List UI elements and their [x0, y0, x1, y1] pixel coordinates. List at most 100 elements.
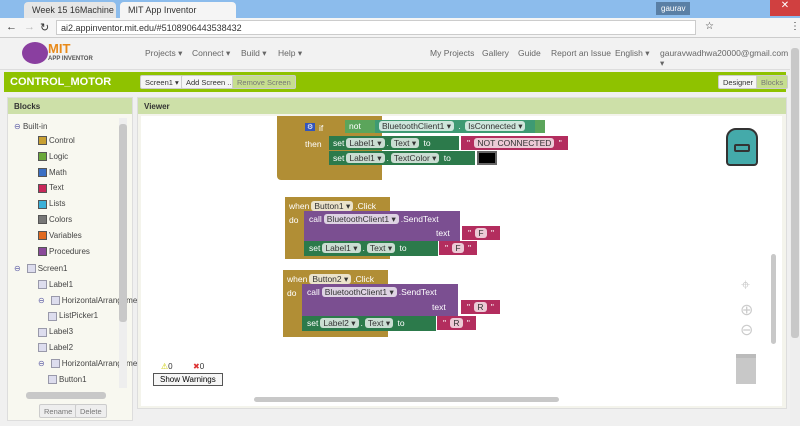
property-dropdown[interactable]: IsConnected ▾ [465, 121, 526, 131]
horizontal-scrollbar[interactable] [254, 397, 559, 402]
forward-icon[interactable]: → [24, 21, 35, 33]
remove-screen-button[interactable]: Remove Screen [232, 75, 296, 89]
component-dropdown[interactable]: Label1 ▾ [322, 243, 361, 253]
tree-item-colors[interactable]: Colors [38, 215, 73, 225]
tree-item-text[interactable]: Text [38, 183, 64, 193]
browser-tab[interactable]: Week 15 16Machine De: [24, 2, 116, 18]
logo-text: MIT [48, 41, 71, 56]
tree-item-procedures[interactable]: Procedures [38, 247, 90, 256]
screen-select[interactable]: Screen1 ▾ [140, 75, 184, 89]
not-block[interactable]: not BluetoothClient1 ▾ . IsConnected ▾ [345, 120, 545, 133]
tree-label: Label3 [49, 327, 74, 337]
text-block[interactable]: " R " [461, 300, 500, 314]
vertical-scrollbar[interactable] [771, 254, 776, 344]
text-value[interactable]: F [475, 228, 487, 238]
horizontal-scrollbar[interactable] [26, 392, 106, 399]
set-label: set [333, 138, 345, 148]
tree-item-component[interactable]: Label1 [38, 280, 73, 290]
gear-icon[interactable]: ⚙ [305, 123, 316, 131]
component-dropdown[interactable]: BluetoothClient1 ▾ [323, 214, 399, 224]
component-dropdown[interactable]: Label1 ▾ [346, 138, 385, 148]
component-dropdown[interactable]: BluetoothClient1 ▾ [321, 287, 397, 297]
text-block[interactable]: " F " [439, 241, 477, 255]
tree-item-component[interactable]: ListPicker1 [48, 311, 98, 321]
tree-item-component[interactable]: Label2 [38, 343, 74, 353]
call-sendtext-block[interactable]: call BluetoothClient1 ▾ .SendText text [304, 211, 460, 241]
call-sendtext-block[interactable]: call BluetoothClient1 ▾ .SendText text [302, 284, 458, 316]
tree-label: Colors [49, 215, 73, 224]
text-value[interactable]: NOT CONNECTED [474, 138, 555, 148]
tree-item-component[interactable]: Button1 [48, 375, 87, 384]
text-block[interactable]: " NOT CONNECTED " [461, 136, 568, 150]
designer-button[interactable]: Designer [718, 75, 759, 89]
text-value[interactable]: R [450, 318, 463, 328]
property-dropdown[interactable]: Text ▾ [366, 243, 396, 253]
set-label: set [307, 318, 319, 328]
account-menu[interactable]: gauravwadhwa20000@gmail.com ▾ [660, 48, 790, 69]
report-issue-link[interactable]: Report an Issue [551, 48, 611, 58]
component-dropdown[interactable]: Button2 ▾ [309, 274, 352, 284]
menu-build[interactable]: Build ▾ [241, 48, 267, 59]
text-value[interactable]: R [474, 302, 487, 312]
reload-icon[interactable]: ↻ [40, 21, 49, 34]
tree-item-component[interactable]: ⊖ Screen1 [14, 264, 68, 274]
collapse-icon[interactable]: ⊖ [14, 122, 21, 131]
menu-icon[interactable]: ⋮ [790, 21, 800, 32]
set-block[interactable]: set Label1 ▾. TextColor ▾ to [329, 151, 475, 165]
menu-projects[interactable]: Projects ▾ [145, 48, 182, 59]
set-block[interactable]: set Label1 ▾. Text ▾ to [304, 241, 438, 256]
zoom-out-icon[interactable]: ⊖ [740, 320, 753, 340]
color-black-block[interactable] [477, 151, 497, 165]
set-block[interactable]: set Label2 ▾. Text ▾ to [302, 316, 436, 331]
page-scrollbar[interactable] [790, 40, 800, 426]
component-dropdown[interactable]: Button1 ▾ [311, 201, 354, 211]
zoom-in-icon[interactable]: ⊕ [740, 300, 753, 320]
rename-button[interactable]: Rename [39, 404, 78, 418]
backpack-icon[interactable] [726, 128, 758, 166]
tree-item-variables[interactable]: Variables [38, 231, 82, 241]
browser-tab-active[interactable]: MIT App Inventor [120, 2, 236, 18]
show-warnings-button[interactable]: Show Warnings [153, 373, 223, 386]
tree-item-control[interactable]: Control [38, 136, 75, 146]
blocks-workspace[interactable]: ⚙ if then not BluetoothClient1 ▾ . IsCon… [141, 116, 782, 406]
url-input[interactable]: ai2.appinventor.mit.edu/#510890644353843… [56, 20, 696, 35]
tree-item-math[interactable]: Math [38, 168, 67, 177]
set-block[interactable]: set Label1 ▾. Text ▾ to [329, 136, 459, 150]
my-projects-link[interactable]: My Projects [430, 48, 474, 58]
close-window-button[interactable]: ✕ [770, 0, 800, 16]
tree-item-component[interactable]: Label3 [38, 327, 74, 337]
center-icon[interactable]: ⌖ [741, 277, 750, 295]
tree-item-logic[interactable]: Logic [38, 152, 68, 162]
tree-label: Label2 [49, 343, 74, 352]
not-label: not [349, 121, 361, 131]
tree-item-lists[interactable]: Lists [38, 199, 65, 209]
text-block[interactable]: " R " [437, 316, 476, 330]
collapse-icon[interactable]: ⊖ [14, 264, 21, 273]
vertical-scrollbar[interactable] [119, 118, 127, 388]
add-screen-button[interactable]: Add Screen ... [181, 75, 239, 89]
component-dropdown[interactable]: Label1 ▾ [346, 153, 385, 163]
property-dropdown[interactable]: Text ▾ [364, 318, 394, 328]
text-value[interactable]: F [452, 243, 464, 253]
if-block[interactable]: ⚙ if then [287, 119, 327, 171]
blocks-button[interactable]: Blocks [756, 75, 789, 89]
collapse-icon[interactable]: ⊖ [38, 296, 45, 305]
collapse-icon[interactable]: ⊖ [38, 359, 45, 368]
text-block[interactable]: " F " [462, 226, 500, 240]
to-label: to [423, 138, 431, 148]
language-menu[interactable]: English ▾ [615, 48, 650, 59]
menu-help[interactable]: Help ▾ [278, 48, 302, 59]
property-dropdown[interactable]: TextColor ▾ [390, 153, 440, 163]
component-dropdown[interactable]: Label2 ▾ [320, 318, 359, 328]
trash-icon[interactable] [736, 354, 756, 384]
property-dropdown[interactable]: Text ▾ [390, 138, 420, 148]
text-arg-label: text [432, 302, 446, 312]
menu-connect[interactable]: Connect ▾ [192, 48, 230, 59]
delete-button[interactable]: Delete [75, 404, 107, 418]
star-icon[interactable]: ☆ [705, 21, 714, 32]
guide-link[interactable]: Guide [518, 48, 541, 58]
gallery-link[interactable]: Gallery [482, 48, 509, 58]
component-dropdown[interactable]: BluetoothClient1 ▾ [379, 121, 455, 131]
back-icon[interactable]: ← [6, 21, 17, 33]
tree-builtin[interactable]: ⊖ Built-in [14, 122, 47, 131]
